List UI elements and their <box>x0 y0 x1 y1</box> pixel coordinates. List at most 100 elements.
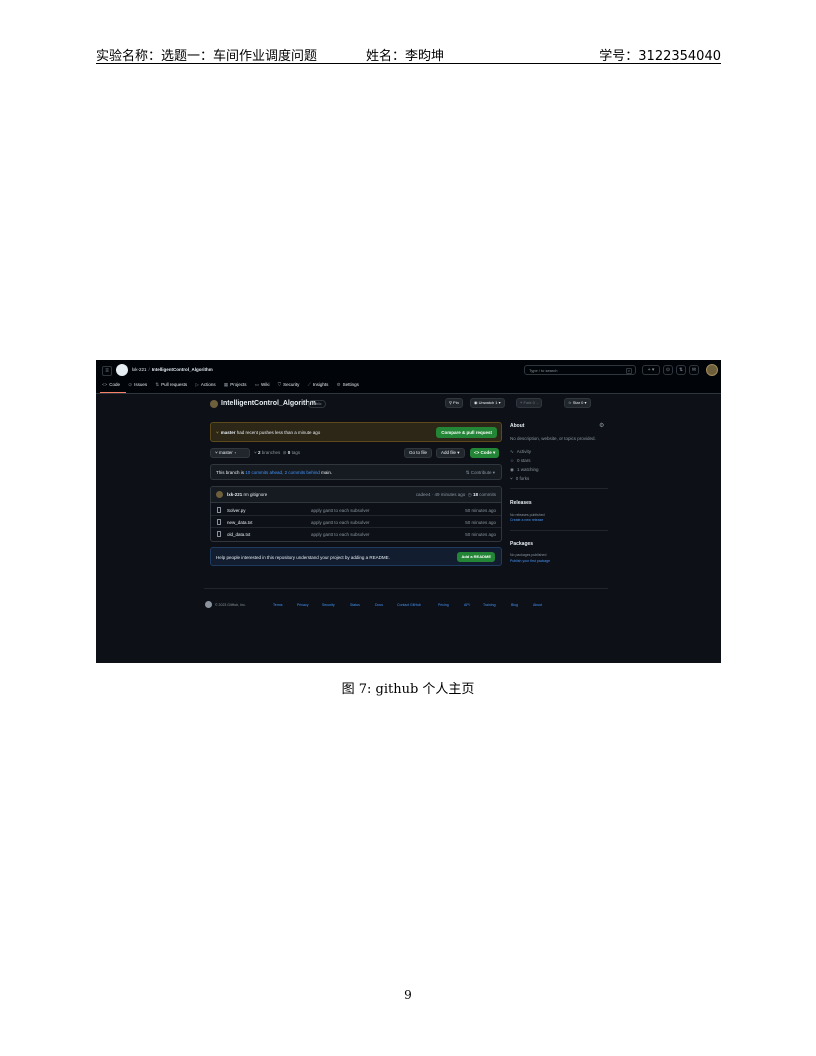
tab-insights[interactable]: ⟋ Insights <box>308 382 329 387</box>
tab-issues[interactable]: ⊙ Issues <box>128 382 147 387</box>
add-file-button[interactable]: Add file ▾ <box>436 448 465 458</box>
activity-link[interactable]: ∿ Activity <box>510 449 531 455</box>
fork-button[interactable]: ⑂ Fork 0 ▾ <box>516 398 543 408</box>
footer-copyright: © 2023 GitHub, Inc. <box>215 603 246 607</box>
tab-insights-label: Insights <box>312 382 329 387</box>
file-time: 50 minutes ago <box>465 531 496 537</box>
footer-link-status[interactable]: Status <box>350 603 360 607</box>
github-repo-screenshot: ≡ lxk-221/IntelligentControl_Algorithm T… <box>96 360 721 663</box>
footer-link-terms[interactable]: Terms <box>273 603 283 607</box>
actions-icon: ▷ <box>195 382 199 387</box>
repo-title[interactable]: IntelligentControl_Algorithm <box>221 400 316 407</box>
footer-link-training[interactable]: Training <box>483 603 496 607</box>
table-row[interactable]: new_data.txt apply gantt to each subsolv… <box>211 516 501 528</box>
tab-pull-requests[interactable]: ⇅ Pull requests <box>155 382 187 387</box>
figure-caption: 图 7: github 个人主页 <box>341 682 475 697</box>
projects-icon: ▦ <box>223 382 229 387</box>
footer-link-about[interactable]: About <box>533 603 542 607</box>
star-count: 0 <box>581 400 584 405</box>
tab-code[interactable]: <> Code <box>102 382 120 387</box>
releases-heading[interactable]: Releases <box>510 500 532 506</box>
repo-nav: <> Code ⊙ Issues ⇅ Pull requests ▷ Actions ▦… <box>102 382 366 388</box>
footer-link-pricing[interactable]: Pricing <box>438 603 449 607</box>
go-to-file-button[interactable]: Go to file <box>404 448 433 458</box>
inbox-icon[interactable]: ✉ <box>689 365 699 375</box>
footer-link-api[interactable]: API <box>464 603 470 607</box>
file-icon <box>217 507 221 513</box>
contribute-button[interactable]: ⇅ Contribute ▾ <box>466 470 495 476</box>
search-input[interactable]: Type / to search > <box>524 365 636 375</box>
file-commit-message[interactable]: apply gantt to each subsolver <box>311 508 370 513</box>
author-name: 姓名：李昀坤 <box>366 49 445 64</box>
commits-count[interactable]: 18 <box>473 492 478 497</box>
forks-link[interactable]: ⑂ 0 forks <box>510 476 529 481</box>
commits-label: commits <box>479 492 496 497</box>
publish-package-link[interactable]: Publish your first package <box>510 559 550 563</box>
add-readme-button[interactable]: Add a README <box>457 552 495 562</box>
breadcrumb-repo[interactable]: IntelligentControl_Algorithm <box>152 367 213 372</box>
footer-link-security[interactable]: Security <box>322 603 335 607</box>
about-heading: About <box>510 423 525 429</box>
recent-push-banner: ⑂ master had recent pushes less than a mi… <box>210 422 502 442</box>
tab-wiki[interactable]: ▭ Wiki <box>255 382 270 387</box>
branches-link[interactable]: ⑂ 2 branches <box>254 450 280 455</box>
branch-selector[interactable]: ⑂ master ▾ <box>210 448 250 458</box>
file-name[interactable]: Solver.py <box>227 508 246 513</box>
commit-author: lxk-221 <box>227 492 243 497</box>
packages-heading[interactable]: Packages <box>510 541 533 547</box>
code-icon: <> <box>102 382 108 387</box>
table-row[interactable]: Solver.py apply gantt to each subsolver … <box>211 504 501 516</box>
user-avatar[interactable] <box>706 364 718 376</box>
footer-link-contact[interactable]: Contact GitHub <box>397 603 421 607</box>
pull-requests-icon[interactable]: ⇅ <box>676 365 686 375</box>
activity-icon: ∿ <box>510 449 514 454</box>
create-release-link[interactable]: Create a new release <box>510 518 543 522</box>
file-name[interactable]: new_data.txt <box>227 520 253 525</box>
branch-icon: ⑂ <box>216 430 219 435</box>
breadcrumb-owner[interactable]: lxk-221 <box>132 367 147 372</box>
issues-icon[interactable]: ⊙ <box>663 365 673 375</box>
watching-link[interactable]: ◉ 1 watching <box>510 467 538 473</box>
about-description: No description, website, or topics provi… <box>510 436 596 441</box>
table-row[interactable]: old_data.txt apply gantt to each subsolv… <box>211 528 501 540</box>
code-dropdown-button[interactable]: <> Code ▾ <box>470 448 500 458</box>
tab-security[interactable]: ⛉ Security <box>278 382 300 387</box>
file-name[interactable]: old_data.txt <box>227 532 250 537</box>
tab-wiki-label: Wiki <box>260 382 270 387</box>
stars-link[interactable]: ☆ 0 stars <box>510 458 531 464</box>
star-icon: ☆ <box>510 458 515 463</box>
commit-hash-time[interactable]: cadee4 · 49 minutes ago <box>416 492 466 497</box>
latest-commit-row: lxk-221 rm gitignore cadee4 · 49 minutes… <box>211 487 501 503</box>
tab-projects[interactable]: ▦ Projects <box>224 382 247 387</box>
watch-count: 1 <box>495 400 498 405</box>
star-button[interactable]: ☆ Star 0 ▾ <box>564 398 591 408</box>
tab-actions[interactable]: ▷ Actions <box>195 382 215 387</box>
latest-commit-message[interactable]: lxk-221 rm gitignore <box>227 492 267 497</box>
wiki-icon: ▭ <box>254 382 259 387</box>
tags-link[interactable]: ⊘ 0 tags <box>283 450 300 455</box>
commits-ahead-link[interactable]: 10 commits ahead, <box>245 470 283 475</box>
compare-pull-request-button[interactable]: Compare & pull request <box>436 427 497 438</box>
hamburger-menu-icon[interactable]: ≡ <box>102 366 112 376</box>
nav-divider <box>96 393 721 394</box>
tab-issues-label: Issues <box>134 382 148 387</box>
github-logo-icon[interactable] <box>205 601 212 608</box>
footer-divider <box>204 588 608 589</box>
github-logo-icon[interactable] <box>116 364 128 376</box>
file-commit-message[interactable]: apply gantt to each subsolver <box>311 520 370 525</box>
tab-settings[interactable]: ⚙ Settings <box>337 382 359 387</box>
gear-icon[interactable]: ⚙ <box>599 422 604 429</box>
commit-meta: cadee4 · 49 minutes ago ◷ 18 commits <box>416 492 496 498</box>
sync-status-text: This branch is 10 commits ahead, 2 commi… <box>216 470 332 475</box>
watching-label: 1 watching <box>516 467 539 472</box>
footer-link-privacy[interactable]: Privacy <box>297 603 308 607</box>
create-new-button[interactable]: + ▾ <box>642 365 660 375</box>
recent-push-text: ⑂ master had recent pushes less than a mi… <box>216 430 320 435</box>
footer-link-docs[interactable]: Docs <box>375 603 383 607</box>
unwatch-button[interactable]: ◉ Unwatch 1 ▾ <box>470 398 505 408</box>
file-commit-message[interactable]: apply gantt to each subsolver <box>311 532 370 537</box>
footer-link-blog[interactable]: Blog <box>511 603 518 607</box>
pin-button[interactable]: ⚲ Pin <box>445 398 463 408</box>
commits-behind-link[interactable]: 2 commits behind <box>285 470 320 475</box>
star-label: Star <box>572 400 581 405</box>
